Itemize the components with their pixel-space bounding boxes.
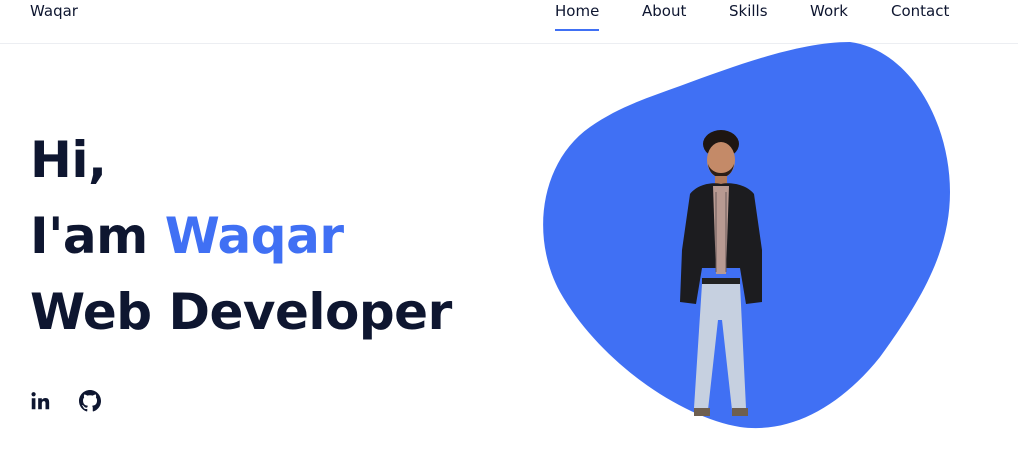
hero-intro: I'am Waqar [30,208,344,264]
hero-intro-prefix: I'am [30,207,148,265]
site-logo[interactable]: Waqar [30,1,78,21]
nav-contact[interactable]: Contact [891,1,949,21]
hero-greeting: Hi, [30,131,107,189]
nav-work[interactable]: Work [810,1,848,21]
nav-skills[interactable]: Skills [729,1,768,21]
nav-active-indicator [555,29,599,31]
hero-image-blob [543,42,950,429]
linkedin-icon[interactable] [29,390,51,412]
nav-about[interactable]: About [642,1,686,21]
site-header: Waqar Home About Skills Work Contact [0,0,1018,44]
nav-home[interactable]: Home [555,1,599,21]
github-icon[interactable] [79,390,101,412]
hero-name: Waqar [164,207,344,265]
hero-role: Web Developer [30,283,452,341]
